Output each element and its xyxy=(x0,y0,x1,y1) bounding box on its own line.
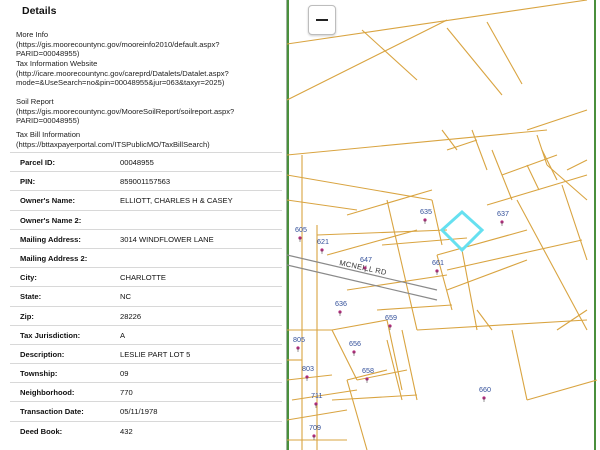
table-row: Description: LESLIE PART LOT 5 xyxy=(10,343,282,363)
table-row: Mailing Address 2: xyxy=(10,247,282,267)
field-label: Neighborhood: xyxy=(20,388,75,398)
field-value: CHARLOTTE xyxy=(120,273,166,283)
parcel-number-label: 636 xyxy=(335,299,347,308)
parcel-map[interactable]: MCNEILL RD 605 621 635 637 647 661 636 659 656 80… xyxy=(287,0,600,450)
field-value: A xyxy=(120,330,126,340)
table-row: Township: 09 xyxy=(10,363,282,382)
table-row: Zip: 28226 xyxy=(10,305,282,325)
soil-report-link[interactable]: Soil Report (https://gis.moorecountync.g… xyxy=(16,97,276,126)
link-url: (https://bttaxpayerportal.com/ITSPublicM… xyxy=(16,139,210,149)
link-url: PARID=00048955) xyxy=(16,116,80,126)
parcel-details-table: Parcel ID: 00048955 PIN: 859001157563 Owner'… xyxy=(10,152,282,440)
field-value: LESLIE PART LOT 5 xyxy=(120,349,191,359)
parcel-number-label: 658 xyxy=(362,366,374,375)
link-url: (https://gis.moorecountync.gov/MooreSoil… xyxy=(16,106,235,116)
table-row: Owner's Name 2: xyxy=(10,209,282,229)
tax-information-link[interactable]: Tax Information Website (http://icare.mo… xyxy=(16,59,276,88)
field-label: Owner's Name 2: xyxy=(20,215,82,225)
link-url: PARID=00048955) xyxy=(16,49,80,59)
link-label: Tax Information Website xyxy=(16,59,98,68)
field-value: 432 xyxy=(120,426,133,436)
field-value: 770 xyxy=(120,388,133,398)
table-row: City: CHARLOTTE xyxy=(10,267,282,286)
field-value: 859001157563 xyxy=(120,177,171,187)
field-value: 05/11/1978 xyxy=(120,407,158,417)
table-row: State: NC xyxy=(10,286,282,305)
table-row: PIN: 859001157563 xyxy=(10,171,282,190)
parcel-label-layer: 605 621 635 637 647 661 636 659 656 805 803 658 711 6… xyxy=(293,207,509,440)
map-canvas[interactable]: MCNEILL RD 605621635 637647 66163665965680… xyxy=(287,0,600,450)
field-value: ELLIOTT, CHARLES H & CASEY xyxy=(120,196,233,206)
panel-title: Details xyxy=(22,5,57,17)
table-row: Deed Book: 432 xyxy=(10,420,282,440)
field-label: Mailing Address: xyxy=(20,234,81,244)
field-label: Mailing Address 2: xyxy=(20,253,88,263)
field-value: 09 xyxy=(120,369,129,379)
field-label: State: xyxy=(20,292,42,302)
more-info-link[interactable]: More Info (https://gis.moorecountync.gov… xyxy=(16,30,276,59)
field-label: Owner's Name: xyxy=(20,196,75,206)
parcel-number-label: 709 xyxy=(309,423,321,432)
parcel-number-label: 711 xyxy=(311,391,322,400)
parcel-number-label: 621 xyxy=(317,237,329,246)
field-label: Description: xyxy=(20,349,65,359)
field-label: Zip: xyxy=(20,311,34,321)
field-label: Parcel ID: xyxy=(20,158,56,167)
table-row: Neighborhood: 770 xyxy=(10,382,282,401)
field-value: 00048955 xyxy=(120,158,154,167)
parcel-number-label: 660 xyxy=(479,385,491,394)
field-label: PIN: xyxy=(20,177,36,187)
field-label: Tax Jurisdiction: xyxy=(20,330,81,340)
table-row: Tax Jurisdiction: A xyxy=(10,324,282,344)
parcel-number-label: 637 xyxy=(497,209,509,218)
parcel-number-label: 656 xyxy=(349,339,361,348)
link-label: More Info xyxy=(16,30,49,39)
parcel-number-label: 805 xyxy=(293,335,305,344)
parcel-number-label: 605 xyxy=(295,225,307,234)
field-value: NC xyxy=(120,292,131,302)
table-row: Parcel ID: 00048955 xyxy=(10,152,282,171)
minus-icon xyxy=(316,19,328,21)
parcel-number-label: 635 xyxy=(420,207,432,216)
parcel-number-label: 661 xyxy=(432,258,444,267)
link-url: (http://icare.moorecountync.gov/careprd/… xyxy=(16,68,229,78)
parcel-lines xyxy=(287,0,598,450)
parcel-number-label: 659 xyxy=(385,313,397,322)
table-row: Mailing Address: 3014 WINDFLOWER LANE xyxy=(10,228,282,248)
field-label: Transaction Date: xyxy=(20,407,84,417)
field-label: Township: xyxy=(20,369,58,379)
link-url: mode=&UseSearch=no&pin=00048955&jur=063&… xyxy=(16,78,225,88)
link-url: (https://gis.moorecountync.gov/mooreinfo… xyxy=(16,39,220,49)
details-panel: Details More Info (https://gis.moorecoun… xyxy=(0,0,285,450)
parcel-number-label: 803 xyxy=(302,364,314,373)
link-label: Soil Report xyxy=(16,97,54,106)
zoom-out-button[interactable] xyxy=(308,5,336,35)
field-label: Deed Book: xyxy=(20,426,63,436)
field-value: 3014 WINDFLOWER LANE xyxy=(120,234,214,244)
tax-bill-link[interactable]: Tax Bill Information (https://bttaxpayer… xyxy=(16,130,276,149)
field-label: City: xyxy=(20,273,37,283)
field-value: 28226 xyxy=(120,311,142,321)
link-label: Tax Bill Information xyxy=(16,130,81,139)
parcel-number-label: 647 xyxy=(360,255,372,264)
table-row: Owner's Name: ELLIOTT, CHARLES H & CASEY xyxy=(10,190,282,209)
table-row: Transaction Date: 05/11/1978 xyxy=(10,401,282,420)
